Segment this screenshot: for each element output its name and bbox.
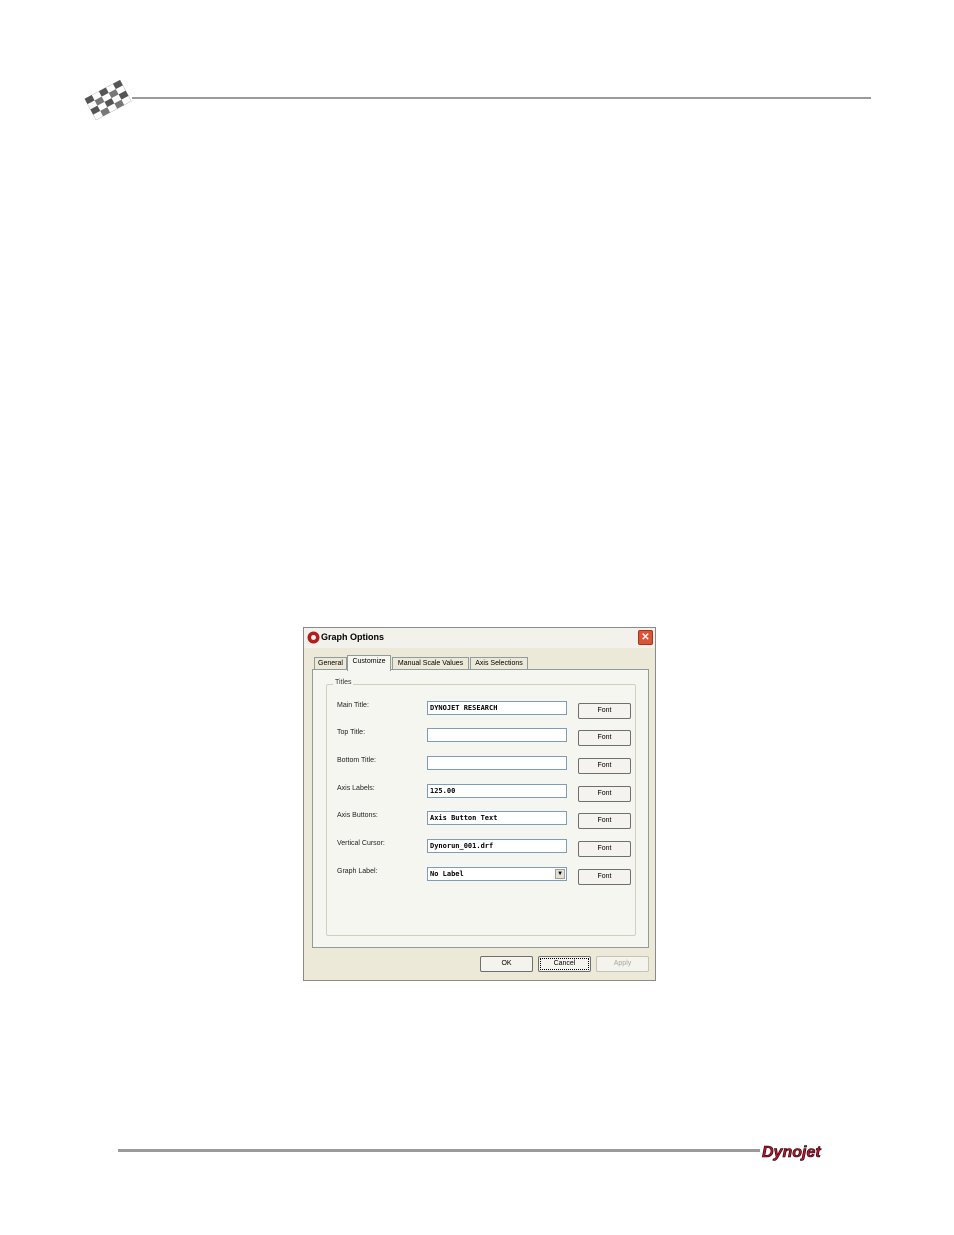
graph-options-dialog: Graph Options ✕ General Customize Manual…: [303, 627, 656, 981]
vertical-cursor-field[interactable]: Dynorun_001.drf: [427, 839, 567, 853]
cancel-button[interactable]: Cancel: [538, 956, 591, 972]
tab-customize[interactable]: Customize: [347, 655, 391, 671]
axis-labels-font-button[interactable]: Font: [578, 786, 631, 802]
vertical-cursor-font-button[interactable]: Font: [578, 841, 631, 857]
main-title-label: Main Title:: [337, 702, 369, 709]
customize-panel: Titles Main Title: DYNOJET RESEARCH Font…: [312, 669, 649, 948]
header-rule: [132, 97, 871, 99]
axis-buttons-label: Axis Buttons:: [337, 812, 378, 819]
bottom-title-field[interactable]: [427, 756, 567, 770]
titles-group: Titles Main Title: DYNOJET RESEARCH Font…: [326, 679, 636, 936]
main-title-font-button[interactable]: Font: [578, 703, 631, 719]
dialog-title: Graph Options: [321, 632, 384, 642]
top-title-label: Top Title:: [337, 729, 366, 736]
bottom-title-font-button[interactable]: Font: [578, 758, 631, 774]
dynojet-logo: Dynojet: [762, 1144, 822, 1161]
top-title-font-button[interactable]: Font: [578, 730, 631, 746]
footer-rule: [118, 1149, 760, 1152]
dynojet-app-icon: [307, 631, 320, 644]
close-button[interactable]: ✕: [638, 630, 653, 645]
close-icon: ✕: [641, 632, 650, 643]
axis-buttons-field[interactable]: Axis Button Text: [427, 811, 567, 825]
graph-label-label: Graph Label:: [337, 868, 378, 875]
axis-labels-label: Axis Labels:: [337, 785, 375, 792]
main-title-field[interactable]: DYNOJET RESEARCH: [427, 701, 567, 715]
bottom-title-label: Bottom Title:: [337, 757, 376, 764]
axis-buttons-font-button[interactable]: Font: [578, 813, 631, 829]
ok-button[interactable]: OK: [480, 956, 533, 972]
checkered-flag-icon: [84, 79, 132, 121]
group-label: Titles: [333, 679, 354, 686]
axis-labels-field[interactable]: 125.00: [427, 784, 567, 798]
top-title-field[interactable]: [427, 728, 567, 742]
apply-button[interactable]: Apply: [596, 956, 649, 972]
dropdown-arrow-icon[interactable]: ▼: [555, 869, 565, 879]
graph-label-font-button[interactable]: Font: [578, 869, 631, 885]
svg-text:Dynojet: Dynojet: [762, 1144, 821, 1161]
title-bar[interactable]: Graph Options ✕: [304, 628, 655, 648]
graph-label-select[interactable]: No Label ▼: [427, 867, 567, 881]
vertical-cursor-label: Vertical Cursor:: [337, 840, 385, 847]
graph-label-selected-value: No Label: [430, 870, 464, 878]
